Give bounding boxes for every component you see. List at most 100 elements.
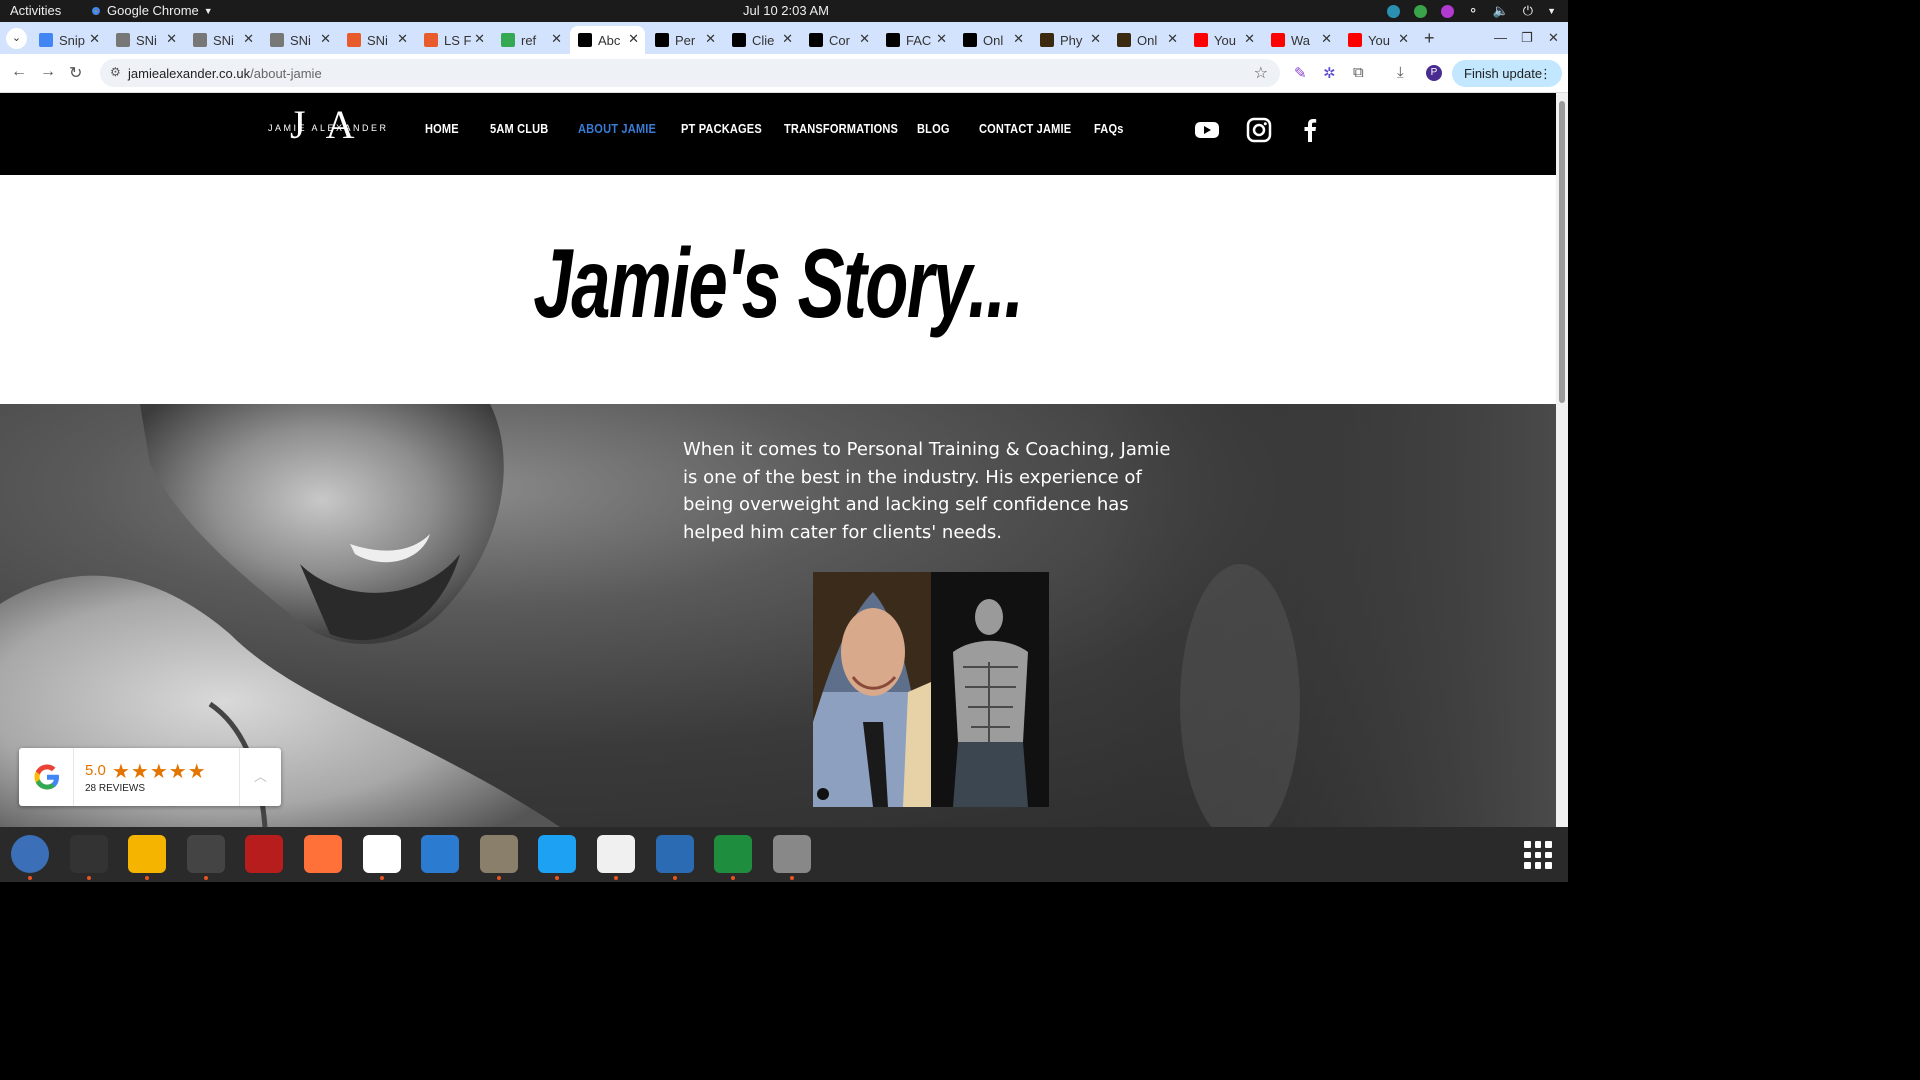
disk-icon[interactable] (772, 835, 811, 873)
tab-close-icon[interactable]: ✕ (1321, 31, 1332, 47)
tab-close-icon[interactable]: ✕ (320, 31, 331, 47)
tab-close-icon[interactable]: ✕ (1167, 31, 1178, 47)
tab-close-icon[interactable]: ✕ (243, 31, 254, 47)
site-info-icon[interactable]: ⚙ (110, 65, 121, 79)
site-logo[interactable]: JA JAMIE ALEXANDER (268, 105, 386, 145)
tab-close-icon[interactable]: ✕ (628, 31, 639, 47)
browser-tab[interactable]: Wa ✕ (1263, 26, 1338, 54)
volume-icon[interactable]: 🔈 (1493, 3, 1509, 19)
tab-close-icon[interactable]: ✕ (936, 31, 947, 47)
page-scrollbar[interactable] (1556, 93, 1568, 827)
minimize-button[interactable]: — (1494, 30, 1507, 45)
browser-tab[interactable]: Onl ✕ (955, 26, 1030, 54)
browser-tab[interactable]: Phy ✕ (1032, 26, 1107, 54)
show-apps-grid-icon[interactable] (1524, 841, 1552, 869)
tab-search-button[interactable]: ⌄ (6, 28, 27, 49)
nav-about-jamie[interactable]: ABOUT JAMIE (578, 121, 656, 136)
network-icon[interactable]: ⚬ (1468, 3, 1479, 19)
nav-home[interactable]: HOME (425, 121, 459, 136)
system-monitor-icon[interactable] (186, 835, 225, 873)
instagram-icon[interactable] (1246, 117, 1272, 143)
tab-close-icon[interactable]: ✕ (705, 31, 716, 47)
vscode-icon[interactable] (421, 835, 460, 873)
browser-tab[interactable]: ref ✕ (493, 26, 568, 54)
reload-button[interactable]: ↻ (69, 63, 82, 83)
new-tab-button[interactable]: + (1424, 28, 1435, 49)
scrollbar-thumb[interactable] (1559, 101, 1565, 403)
app-indicator-icon[interactable] (1440, 4, 1454, 18)
browser-tab[interactable]: Snip ✕ (31, 26, 106, 54)
browser-tab[interactable]: You ✕ (1186, 26, 1261, 54)
browser-tab[interactable]: SNi ✕ (185, 26, 260, 54)
tab-close-icon[interactable]: ✕ (859, 31, 870, 47)
close-window-button[interactable]: ✕ (1548, 30, 1559, 46)
calc-icon[interactable] (714, 835, 753, 873)
facebook-icon[interactable] (1297, 117, 1323, 143)
back-button[interactable]: ← (11, 63, 27, 81)
google-reviews-widget[interactable]: 5.0 ★★★★★ 28 REVIEWS ︿ (19, 748, 281, 806)
nav-pt-packages[interactable]: PT PACKAGES (681, 121, 762, 136)
pen-extension-icon[interactable]: ✎ (1294, 64, 1307, 82)
files-icon[interactable] (479, 835, 518, 873)
terminal-icon[interactable] (69, 835, 108, 873)
tab-close-icon[interactable]: ✕ (166, 31, 177, 47)
chevron-down-icon[interactable]: ▼ (1547, 6, 1556, 16)
clock[interactable]: Jul 10 2:03 AM (743, 3, 829, 18)
writer-icon[interactable] (655, 835, 694, 873)
nav-faqs[interactable]: FAQs (1094, 121, 1124, 136)
forward-button[interactable]: → (40, 63, 56, 81)
browser-tab[interactable]: SNi ✕ (108, 26, 183, 54)
thunderbird-icon[interactable] (11, 835, 49, 873)
browser-tab[interactable]: Onl ✕ (1109, 26, 1184, 54)
chevron-up-icon[interactable]: ︿ (254, 766, 267, 785)
app-menu[interactable]: Google Chrome ▼ (90, 3, 213, 18)
chrome-icon[interactable] (362, 835, 401, 873)
bookmark-star-icon[interactable]: ☆ (1254, 63, 1268, 83)
activities-button[interactable]: Activities (10, 3, 61, 18)
running-indicator (731, 876, 736, 880)
tab-close-icon[interactable]: ✕ (1398, 31, 1409, 47)
system-tray[interactable]: ⚬ 🔈 ⏻ ▼ (1386, 3, 1556, 19)
browser-tab[interactable]: SNi ✕ (262, 26, 337, 54)
finish-update-button[interactable]: Finish update ⋮ (1452, 60, 1562, 87)
tab-close-icon[interactable]: ✕ (551, 31, 562, 47)
tab-close-icon[interactable]: ✕ (1244, 31, 1255, 47)
nav-transformations[interactable]: TRANSFORMATIONS (784, 121, 898, 136)
power-icon[interactable]: ⏻ (1523, 3, 1533, 19)
profile-avatar[interactable]: P (1426, 65, 1442, 81)
text-editor-icon[interactable] (597, 835, 635, 873)
browser-tab[interactable]: Cor ✕ (801, 26, 876, 54)
maximize-button[interactable]: ❐ (1521, 30, 1533, 46)
download-icon[interactable]: ⤓ (1397, 64, 1404, 81)
browser-tab[interactable]: Abc ✕ (570, 26, 645, 54)
browser-toolbar: ← → ↻ ⚙ jamiealexander.co.uk/about-jamie… (0, 54, 1568, 93)
youtube-icon[interactable] (1194, 117, 1220, 143)
tab-close-icon[interactable]: ✕ (474, 31, 485, 47)
filezilla-icon[interactable] (245, 835, 284, 873)
nav-contact-jamie[interactable]: CONTACT JAMIE (979, 121, 1071, 136)
calculator-icon[interactable] (128, 835, 167, 873)
gear-extension-icon[interactable]: ✲ (1323, 64, 1336, 82)
browser-tab[interactable]: LS F ✕ (416, 26, 491, 54)
address-bar[interactable]: ⚙ jamiealexander.co.uk/about-jamie ☆ (100, 59, 1280, 87)
tab-close-icon[interactable]: ✕ (782, 31, 793, 47)
tab-close-icon[interactable]: ✕ (397, 31, 408, 47)
tab-close-icon[interactable]: ✕ (1090, 31, 1101, 47)
nav-blog[interactable]: BLOG (917, 121, 950, 136)
sync-icon[interactable] (1386, 4, 1400, 18)
tab-favicon-icon (39, 33, 53, 47)
browser-tab[interactable]: You ✕ (1340, 26, 1415, 54)
firefox-icon[interactable] (304, 835, 342, 873)
nav-5am-club[interactable]: 5AM CLUB (490, 121, 548, 136)
extensions-puzzle-icon[interactable]: ⧉ (1353, 64, 1364, 81)
more-menu-icon[interactable]: ⋮ (1539, 60, 1552, 87)
browser-tab[interactable]: Per ✕ (647, 26, 722, 54)
browser-tab[interactable]: Clie ✕ (724, 26, 799, 54)
before-after-photo[interactable] (813, 572, 1049, 807)
browser-tab[interactable]: SNi ✕ (339, 26, 414, 54)
check-icon[interactable] (1413, 4, 1427, 18)
tab-close-icon[interactable]: ✕ (89, 31, 100, 47)
tab-close-icon[interactable]: ✕ (1013, 31, 1024, 47)
browser-tab[interactable]: FAC ✕ (878, 26, 953, 54)
skype-icon[interactable] (538, 835, 577, 873)
